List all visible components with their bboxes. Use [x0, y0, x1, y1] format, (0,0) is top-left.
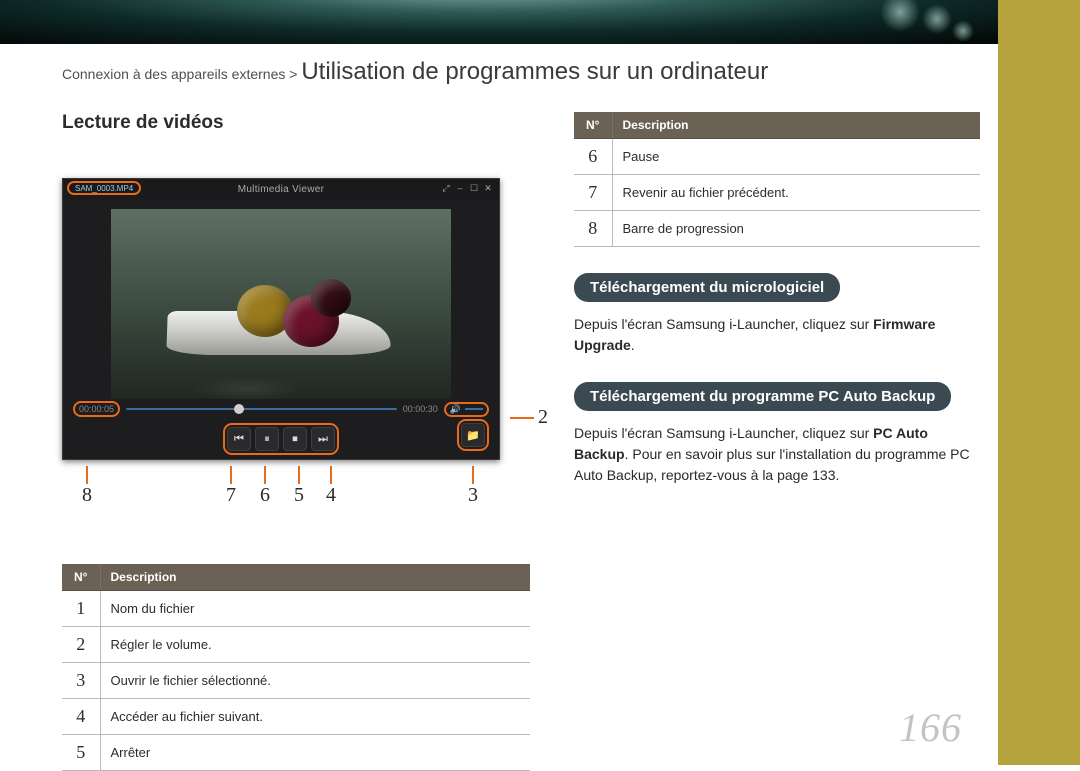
row-num: 1 — [62, 591, 100, 627]
callout-label: 7 — [226, 484, 236, 506]
left-column: Lecture de vidéos 1 2 SAM_0003.MP4 Multi… — [62, 112, 530, 771]
player-controls: 00:00:05 00:00:30 🔊 ⏮ ⏸ — [63, 397, 499, 459]
text: . — [631, 337, 635, 353]
speaker-icon: 🔊 — [450, 404, 461, 415]
player-figure: 1 2 SAM_0003.MP4 Multimedia Viewer ⤢ – ☐ — [62, 178, 530, 526]
previous-button[interactable]: ⏮ — [227, 427, 251, 451]
right-column: N° Description 6Pause 7Revenir au fichie… — [574, 112, 980, 771]
pause-button[interactable]: ⏸ — [255, 427, 279, 451]
callout-5: 5 — [294, 466, 304, 507]
callout-label: 3 — [468, 484, 478, 506]
boat-illustration — [167, 277, 391, 355]
text: Depuis l'écran Samsung i-Launcher, cliqu… — [574, 316, 873, 332]
text: . Pour en savoir plus sur l'installation… — [574, 446, 970, 483]
stop-icon: ⏹ — [292, 433, 298, 446]
maximize-icon[interactable]: ☐ — [469, 183, 479, 193]
row-desc: Pause — [612, 139, 980, 175]
row-num: 3 — [62, 663, 100, 699]
callout-2: 2 — [538, 406, 548, 429]
video-frame — [111, 209, 451, 399]
row-num: 6 — [574, 139, 612, 175]
row-desc: Régler le volume. — [100, 627, 530, 663]
callout-label: 8 — [82, 484, 92, 506]
folder-icon: 📁 — [466, 429, 480, 442]
page-title: Utilisation de programmes sur un ordinat… — [301, 58, 768, 85]
resize-icon[interactable]: ⤢ — [441, 183, 451, 193]
row-desc: Ouvrir le fichier sélectionné. — [100, 663, 530, 699]
transport-button-group: ⏮ ⏸ ⏹ ⏭ — [223, 423, 339, 455]
text: Depuis l'écran Samsung i-Launcher, cliqu… — [574, 425, 873, 441]
callout-8: 8 — [82, 466, 92, 507]
skip-forward-icon: ⏭ — [318, 433, 328, 446]
lens-flare-decoration — [880, 0, 920, 32]
bottom-callouts: 8 7 6 5 4 3 — [62, 466, 530, 526]
stop-button[interactable]: ⏹ — [283, 427, 307, 451]
lens-flare-decoration — [922, 4, 952, 34]
page-content: Connexion à des appareils externes > Uti… — [62, 58, 980, 735]
callout-label: 5 — [294, 484, 304, 506]
progress-bar[interactable] — [126, 406, 397, 412]
row-num: 7 — [574, 175, 612, 211]
minimize-icon[interactable]: – — [455, 183, 465, 193]
callout-4: 4 — [326, 466, 336, 507]
row-desc: Accéder au fichier suivant. — [100, 699, 530, 735]
subsection-pill-pc-auto-backup: Téléchargement du programme PC Auto Back… — [574, 382, 951, 411]
pause-icon: ⏸ — [264, 433, 270, 446]
col-header-num: N° — [62, 564, 100, 591]
row-desc: Arrêter — [100, 735, 530, 771]
section-title-video-playback: Lecture de vidéos — [62, 112, 530, 134]
close-icon[interactable]: ✕ — [483, 183, 493, 193]
row-num: 2 — [62, 627, 100, 663]
section-color-tab — [998, 0, 1080, 765]
breadcrumb-prefix: Connexion à des appareils externes > — [62, 66, 301, 82]
row-desc: Nom du fichier — [100, 591, 530, 627]
open-file-button[interactable]: 📁 — [457, 419, 489, 451]
decorative-header — [0, 0, 1080, 44]
callout-label: 4 — [326, 484, 336, 506]
paragraph-firmware: Depuis l'écran Samsung i-Launcher, cliqu… — [574, 314, 980, 356]
filename-label: SAM_0003.MP4 — [67, 181, 141, 195]
titlebar: SAM_0003.MP4 Multimedia Viewer ⤢ – ☐ ✕ — [63, 179, 499, 199]
paragraph-pc-auto-backup: Depuis l'écran Samsung i-Launcher, cliqu… — [574, 423, 980, 486]
multimedia-viewer-window: SAM_0003.MP4 Multimedia Viewer ⤢ – ☐ ✕ — [62, 178, 500, 460]
row-desc: Barre de progression — [612, 211, 980, 247]
time-elapsed: 00:00:05 — [73, 401, 120, 417]
col-header-num: N° — [574, 112, 612, 139]
volume-control[interactable]: 🔊 — [444, 402, 489, 417]
page-number: 166 — [899, 704, 962, 751]
callout-label: 6 — [260, 484, 270, 506]
description-table-right: N° Description 6Pause 7Revenir au fichie… — [574, 112, 980, 247]
callout-7: 7 — [226, 466, 236, 507]
col-header-desc: Description — [612, 112, 980, 139]
callout-label: 2 — [538, 406, 548, 428]
callout-3: 3 — [468, 466, 478, 507]
row-num: 4 — [62, 699, 100, 735]
skip-back-icon: ⏮ — [234, 433, 244, 446]
description-table-left: N° Description 1Nom du fichier 2Régler l… — [62, 564, 530, 771]
breadcrumb: Connexion à des appareils externes > Uti… — [62, 58, 980, 86]
row-desc: Revenir au fichier précédent. — [612, 175, 980, 211]
subsection-pill-firmware: Téléchargement du micrologiciel — [574, 273, 840, 302]
row-num: 5 — [62, 735, 100, 771]
row-num: 8 — [574, 211, 612, 247]
callout-6: 6 — [260, 466, 270, 507]
next-button[interactable]: ⏭ — [311, 427, 335, 451]
col-header-desc: Description — [100, 564, 530, 591]
time-total: 00:00:30 — [403, 404, 438, 414]
lens-flare-decoration — [952, 20, 974, 42]
progress-knob-icon[interactable] — [234, 404, 244, 414]
